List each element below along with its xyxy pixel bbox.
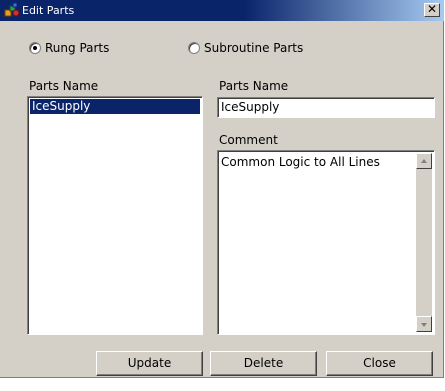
list-item[interactable]: IceSupply	[30, 99, 200, 114]
radio-selected-dot	[33, 46, 37, 50]
comment-label: Comment	[219, 133, 278, 147]
parts-name-field[interactable]: IceSupply	[217, 97, 435, 118]
close-icon: ✕	[426, 2, 438, 16]
parts-listbox[interactable]: IceSupply	[27, 96, 203, 335]
radio-circle	[29, 42, 41, 54]
parts-name-value: IceSupply	[221, 100, 280, 114]
subroutine-parts-label: Subroutine Parts	[204, 41, 304, 55]
comment-textarea[interactable]: Common Logic to All Lines	[217, 150, 435, 335]
close-button[interactable]: Close	[326, 351, 433, 376]
parts-name-label: Parts Name	[219, 79, 289, 93]
up-arrow-icon	[421, 159, 427, 163]
delete-button[interactable]: Delete	[210, 351, 317, 376]
delete-button-label: Delete	[243, 356, 284, 370]
scroll-up-button[interactable]	[416, 153, 432, 169]
edit-parts-dialog: Edit Parts ✕ Rung Parts Subroutine Parts…	[0, 0, 444, 378]
list-item-label: IceSupply	[32, 99, 91, 113]
scroll-down-button[interactable]	[416, 316, 432, 332]
radio-circle	[188, 42, 200, 54]
update-button[interactable]: Update	[96, 351, 203, 376]
parts-list-label: Parts Name	[29, 79, 99, 93]
parts-app-icon	[4, 2, 20, 18]
comment-scrollbar[interactable]	[416, 153, 432, 332]
down-arrow-icon	[421, 323, 427, 327]
rung-parts-label: Rung Parts	[45, 41, 110, 55]
comment-value: Common Logic to All Lines	[221, 155, 380, 169]
close-window-button[interactable]: ✕	[424, 3, 440, 17]
title-bar: Edit Parts ✕	[0, 0, 444, 21]
window-title: Edit Parts	[22, 4, 75, 17]
update-button-label: Update	[127, 356, 172, 370]
close-button-label: Close	[363, 356, 396, 370]
